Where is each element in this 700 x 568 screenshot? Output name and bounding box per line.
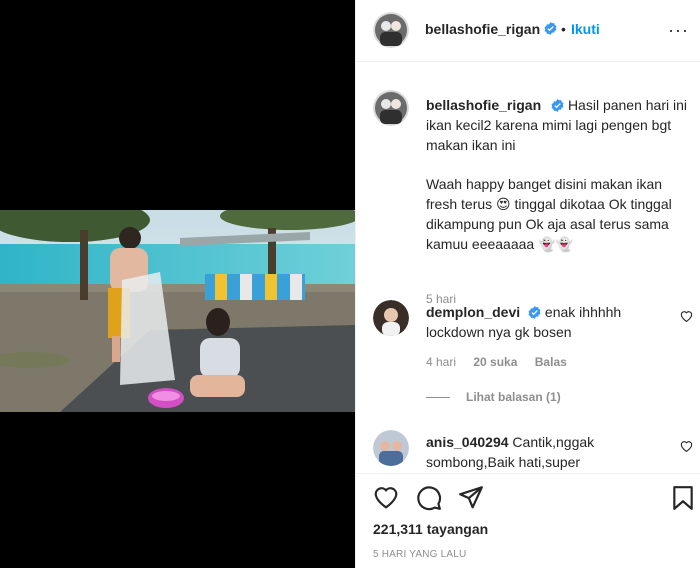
caption-text: bellashofie_rigan Hasil panen hari ini i… [426, 95, 691, 254]
reply-button[interactable]: Balas [535, 355, 567, 369]
comment-likes[interactable]: 20 suka [473, 355, 517, 369]
comment-text: demplon_devi enak ihhhhh lockdown nya gk… [426, 302, 626, 342]
post-media[interactable] [0, 0, 355, 568]
comments-section[interactable]: bellashofie_rigan Hasil panen hari ini i… [356, 63, 700, 473]
verified-badge-icon [544, 22, 557, 35]
caption-body-2: Waah happy banget disini makan ikan fres… [426, 176, 672, 252]
separator-dot: • [561, 21, 566, 37]
view-replies-label[interactable]: Lihat balasan (1) [466, 390, 561, 404]
heart-icon[interactable] [373, 485, 399, 509]
verified-badge-icon [528, 306, 541, 319]
views-number: 221,311 [373, 521, 423, 537]
share-icon[interactable] [458, 485, 484, 509]
follow-button[interactable]: Ikuti [571, 21, 600, 37]
comment-meta: 4 hari 20 suka Balas [426, 355, 581, 369]
views-count[interactable]: 221,311 tayangan [373, 521, 488, 537]
comment-like-icon[interactable] [680, 310, 693, 322]
comment-like-icon[interactable] [680, 440, 693, 452]
commenter-avatar[interactable] [373, 430, 409, 466]
post-header: bellashofie_rigan • Ikuti ··· [356, 0, 700, 62]
comment-icon[interactable] [416, 485, 442, 511]
views-label: tayangan [426, 521, 489, 537]
verified-badge-icon [551, 99, 564, 112]
replies-divider [426, 397, 450, 399]
comment-text: anis_040294 Cantik,nggak sombong,Baik ha… [426, 432, 626, 472]
post-video[interactable] [0, 210, 355, 412]
post-side-panel: bellashofie_rigan • Ikuti ··· bellashofi… [355, 0, 700, 568]
commenter-username[interactable]: demplon_devi [426, 304, 520, 320]
caption-username[interactable]: bellashofie_rigan [426, 97, 541, 113]
view-replies-button[interactable]: Lihat balasan (1) [426, 390, 561, 404]
post-date[interactable]: 5 HARI YANG LALU [373, 549, 466, 560]
caption-avatar[interactable] [373, 90, 409, 126]
post-actions: 221,311 tayangan 5 HARI YANG LALU [356, 473, 700, 568]
more-options-icon[interactable]: ··· [668, 20, 689, 41]
author-avatar[interactable] [373, 12, 409, 48]
commenter-avatar[interactable] [373, 300, 409, 336]
comment-timestamp[interactable]: 4 hari [426, 355, 456, 369]
commenter-username[interactable]: anis_040294 [426, 434, 509, 450]
bookmark-icon[interactable] [672, 485, 694, 511]
author-username[interactable]: bellashofie_rigan [425, 21, 540, 37]
